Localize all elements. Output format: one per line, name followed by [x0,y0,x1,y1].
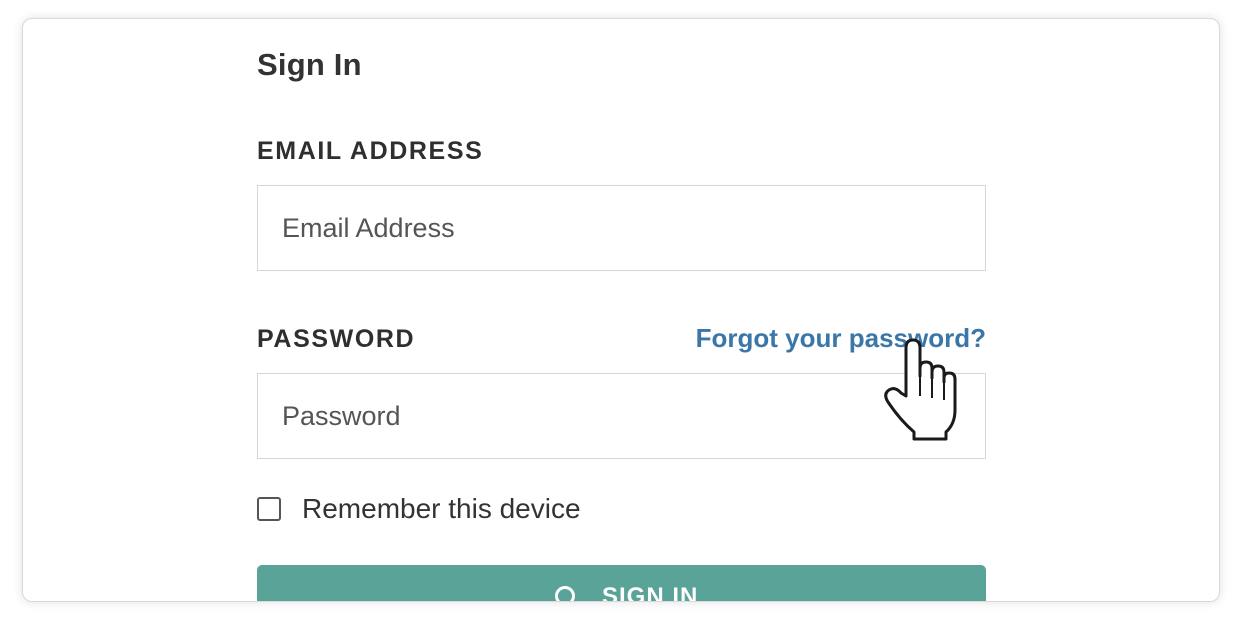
password-label: PASSWORD [257,325,416,353]
signin-button-label: SIGN IN [602,583,699,602]
signin-card: Sign In EMAIL ADDRESS PASSWORD Forgot yo… [22,18,1220,602]
email-field[interactable] [257,185,986,271]
signin-button[interactable]: SIGN IN [257,565,986,602]
remember-device-checkbox[interactable] [257,497,281,521]
email-label: EMAIL ADDRESS [257,137,484,165]
hand-pointer-icon [884,338,957,441]
remember-device-option[interactable]: Remember this device [257,491,581,527]
remember-device-label: Remember this device [302,493,581,524]
password-field[interactable] [257,373,986,459]
lock-icon [555,586,575,601]
page-title: Sign In [257,47,362,82]
